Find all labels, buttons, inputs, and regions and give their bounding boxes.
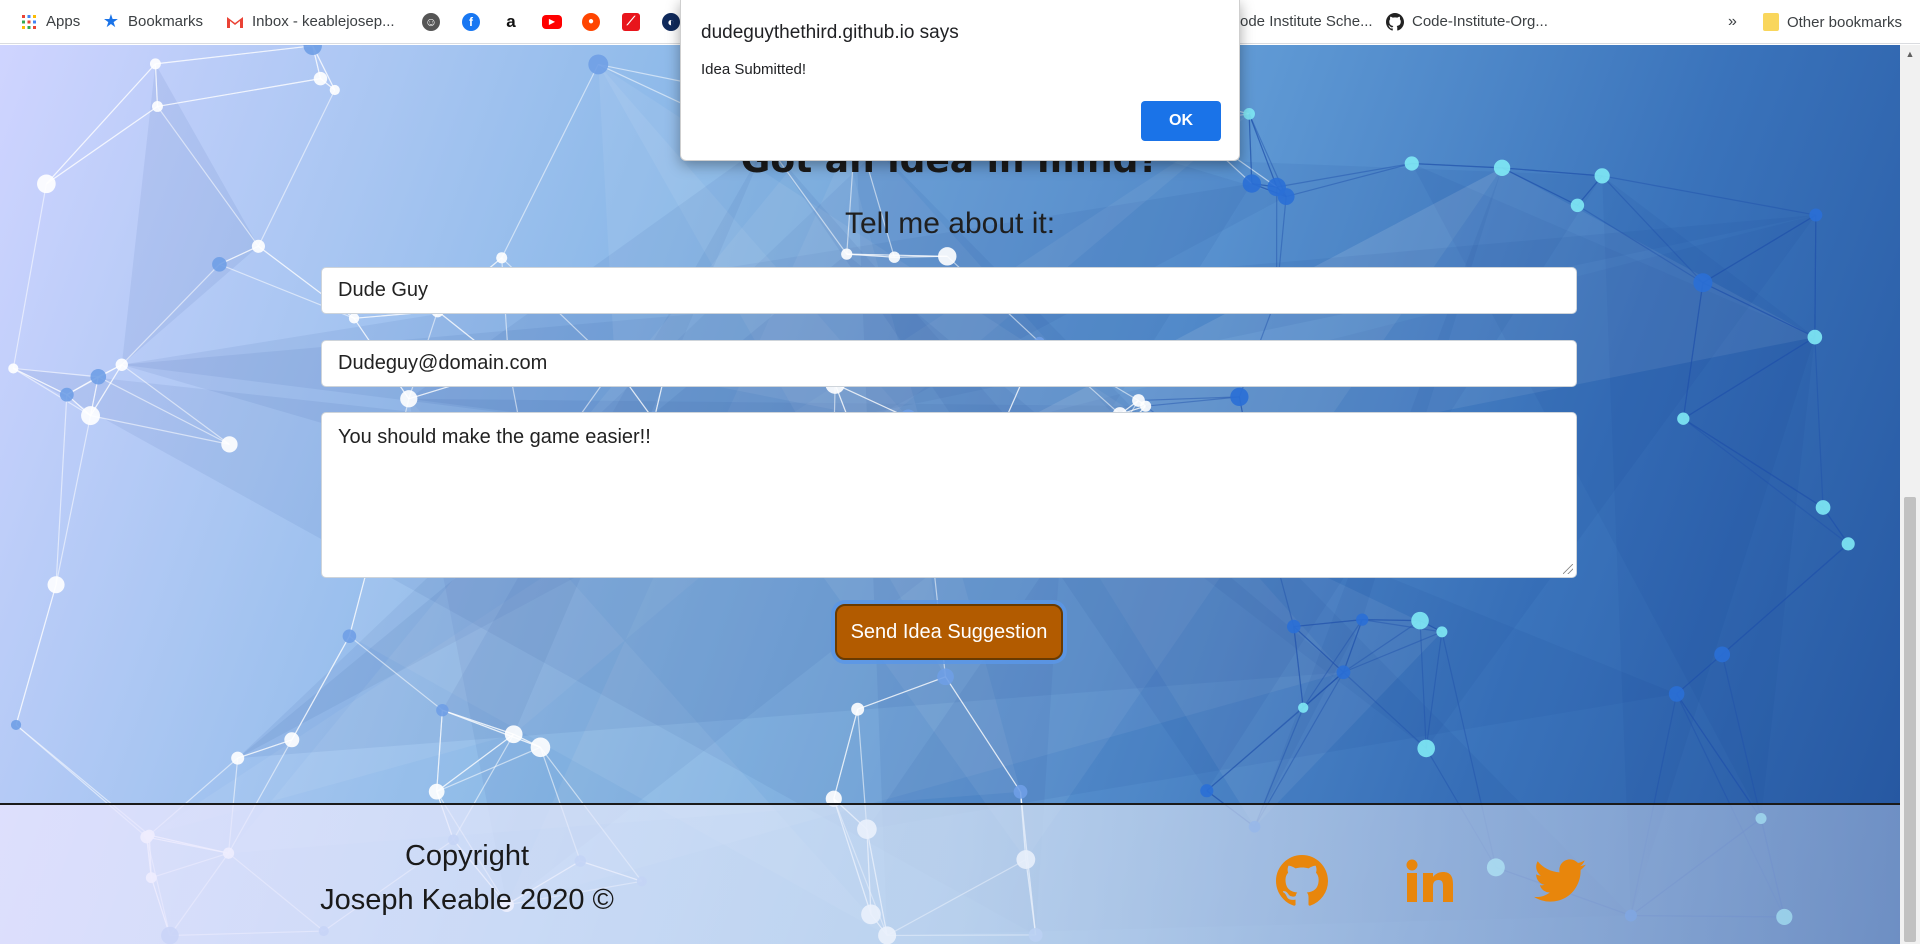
bookmark-reddit[interactable]: ● (574, 7, 608, 37)
bookmark-label: ode Institute Sche... (1240, 13, 1373, 30)
bookmark-red-square[interactable]: ⟋ (614, 7, 648, 37)
bookmark-site[interactable]: ☺ (414, 7, 448, 37)
linkedin-link[interactable] (1402, 853, 1458, 909)
message-textarea-value: You should make the game easier!! (338, 426, 651, 448)
bookmark-apps[interactable]: Apps (12, 7, 88, 37)
send-idea-button[interactable]: Send Idea Suggestion (835, 604, 1063, 660)
page-content: Got an idea in mind? Tell me about it: D… (0, 45, 1900, 944)
twitter-link[interactable] (1532, 853, 1588, 909)
copyright-line-2: Joseph Keable 2020 © (320, 884, 614, 916)
red-square-icon: ⟋ (622, 12, 640, 31)
page-subheading: Tell me about it: (844, 207, 1056, 240)
name-input[interactable]: Dude Guy (321, 267, 1577, 314)
name-input-value: Dude Guy (338, 279, 429, 301)
copyright-line-1: Copyright (404, 840, 530, 872)
github-icon (1276, 855, 1328, 906)
dialog-message: Idea Submitted! (701, 61, 807, 78)
linkedin-icon (1406, 859, 1453, 902)
facebook-icon: f (462, 12, 480, 31)
footer-divider (0, 803, 1900, 805)
star-icon: ★ (102, 11, 120, 31)
youtube-icon: ▶ (542, 14, 562, 29)
alert-dialog: dudeguythethird.github.io says Idea Subm… (680, 0, 1240, 161)
apps-grid-icon (20, 13, 38, 31)
bookmark-facebook[interactable]: f (454, 7, 488, 37)
bookmark-code-institute-org[interactable]: Code-Institute-Org... (1378, 7, 1556, 37)
folder-icon (1762, 13, 1779, 31)
resize-grip[interactable] (1563, 564, 1573, 574)
reddit-icon: ● (582, 12, 600, 31)
bookmark-label: Code-Institute-Org... (1412, 13, 1548, 30)
footer (0, 805, 1900, 944)
email-input[interactable]: Dudeguy@domain.com (321, 340, 1577, 387)
bookmark-inbox[interactable]: Inbox - keablejosep... (218, 7, 403, 37)
scroll-up-arrow-icon[interactable]: ▲ (1900, 45, 1920, 63)
email-input-value: Dudeguy@domain.com (338, 352, 548, 374)
other-bookmarks-label: Other bookmarks (1786, 13, 1902, 31)
amazon-icon: a (506, 11, 516, 31)
bookmark-bookmarks[interactable]: ★ Bookmarks (94, 7, 211, 37)
bookmark-youtube[interactable]: ▶ (534, 7, 570, 37)
bookmarks-overflow-button[interactable]: » (1728, 13, 1737, 31)
bookmark-amazon[interactable]: a (494, 7, 528, 37)
github-link[interactable] (1274, 853, 1330, 909)
twitter-icon (1534, 859, 1586, 902)
page-scrollbar[interactable]: ▲ (1900, 45, 1920, 944)
github-icon (1386, 12, 1404, 31)
dialog-ok-button[interactable]: OK (1141, 101, 1221, 141)
site-icon: ☺ (422, 12, 440, 31)
dialog-title: dudeguythethird.github.io says (701, 22, 959, 43)
scroll-thumb[interactable] (1904, 497, 1916, 942)
bookmark-label: Inbox - keablejosep... (252, 13, 395, 30)
bookmark-label: Apps (46, 13, 81, 30)
other-bookmarks[interactable]: Other bookmarks (1762, 7, 1902, 37)
bookmark-label: Bookmarks (128, 13, 204, 30)
dark-circle-icon: ◐ (662, 12, 680, 31)
bookmark-code-institute-schedule[interactable]: ode Institute Sche... (1232, 7, 1381, 37)
message-textarea[interactable]: You should make the game easier!! (321, 412, 1577, 578)
gmail-icon (226, 13, 244, 31)
bookmarks-bar-right: » Other bookmarks (1728, 7, 1902, 37)
